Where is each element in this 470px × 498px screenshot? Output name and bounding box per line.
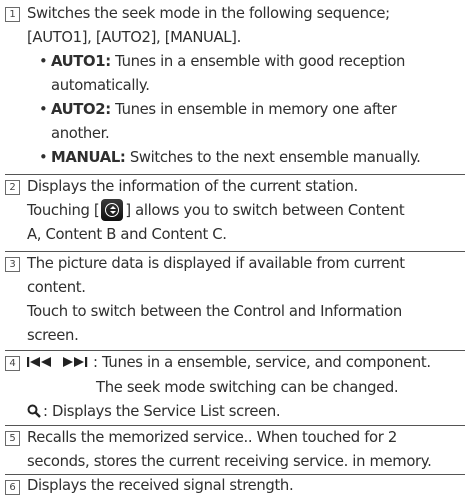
item-1-intro-line-2: [AUTO1], [AUTO2], [MANUAL]. (27, 29, 241, 46)
bullet-auto1-text: Tunes in a ensemble with good reception (110, 53, 406, 70)
item-2-line-2: Touching [ ] allows you to switch between… (27, 199, 465, 223)
item-4-seek-text: : Tunes in a ensemble, service, and comp… (93, 354, 431, 371)
bullet-manual-text: Switches to the next ensemble manually. (125, 149, 421, 166)
item-1-intro-line-1: Switches the seek mode in the following … (27, 5, 390, 22)
item-4-search-text: : Displays the Service List screen. (43, 403, 281, 420)
item-number-2: 2 (5, 180, 20, 195)
seek-forward-icon (63, 352, 93, 376)
item-4: 4 : Tunes in a ensemble, service, and co… (5, 351, 465, 426)
item-2: 2 Displays the information of the curren… (5, 175, 465, 247)
item-2-line-1: Displays the information of the current … (27, 178, 358, 195)
item-5-line-1: Recalls the memorized service.. When tou… (27, 429, 397, 446)
item-5: 5 Recalls the memorized service.. When t… (5, 426, 465, 474)
item-6-line: Displays the received signal strength. (27, 477, 294, 494)
bullet-manual-term: MANUAL: (51, 149, 126, 166)
bullet-auto2: • AUTO2: Tunes in ensemble in memory one … (39, 101, 397, 118)
item-number-1: 1 (5, 7, 20, 22)
item-4-seek-line: : Tunes in a ensemble, service, and comp… (27, 351, 465, 376)
item-3: 3 The picture data is displayed if avail… (5, 252, 465, 348)
item-5-line-2: seconds, stores the current receiving se… (27, 453, 432, 470)
item-number-3: 3 (5, 257, 20, 272)
bullet-auto2-text: Tunes in ensemble in memory one after (110, 101, 397, 118)
bullet-auto1-continuation: automatically. (51, 77, 150, 94)
item-number-6: 6 (5, 480, 20, 495)
bullet-manual: • MANUAL: Switches to the next ensemble m… (39, 149, 421, 166)
item-2-line-2-after: ] allows you to switch between Content (125, 202, 405, 219)
item-3-line-4: screen. (27, 327, 79, 344)
bullet-auto2-continuation: another. (51, 125, 110, 142)
bullet-auto2-term: AUTO2: (51, 101, 111, 118)
item-number-5: 5 (5, 431, 20, 446)
content-switch-icon (101, 199, 124, 221)
item-6: 6 Displays the received signal strength. (5, 474, 465, 498)
item-1: 1 Switches the seek mode in the followin… (5, 2, 465, 170)
bullet-auto1: • AUTO1: Tunes in a ensemble with good re… (39, 53, 406, 70)
seek-backward-icon (27, 352, 57, 376)
item-4-seek-note: The seek mode switching can be changed. (96, 379, 399, 396)
item-3-line-3: Touch to switch between the Control and … (27, 303, 402, 320)
item-4-search-line: : Displays the Service List screen. (27, 400, 465, 426)
item-3-line-2: content. (27, 279, 86, 296)
item-2-line-2-before: Touching [ (27, 202, 100, 219)
search-icon (27, 402, 41, 426)
item-number-4: 4 (5, 356, 20, 371)
item-3-line-1: The picture data is displayed if availab… (27, 255, 405, 272)
bullet-auto1-term: AUTO1: (51, 53, 111, 70)
item-2-line-3: A, Content B and Content C. (27, 226, 227, 243)
